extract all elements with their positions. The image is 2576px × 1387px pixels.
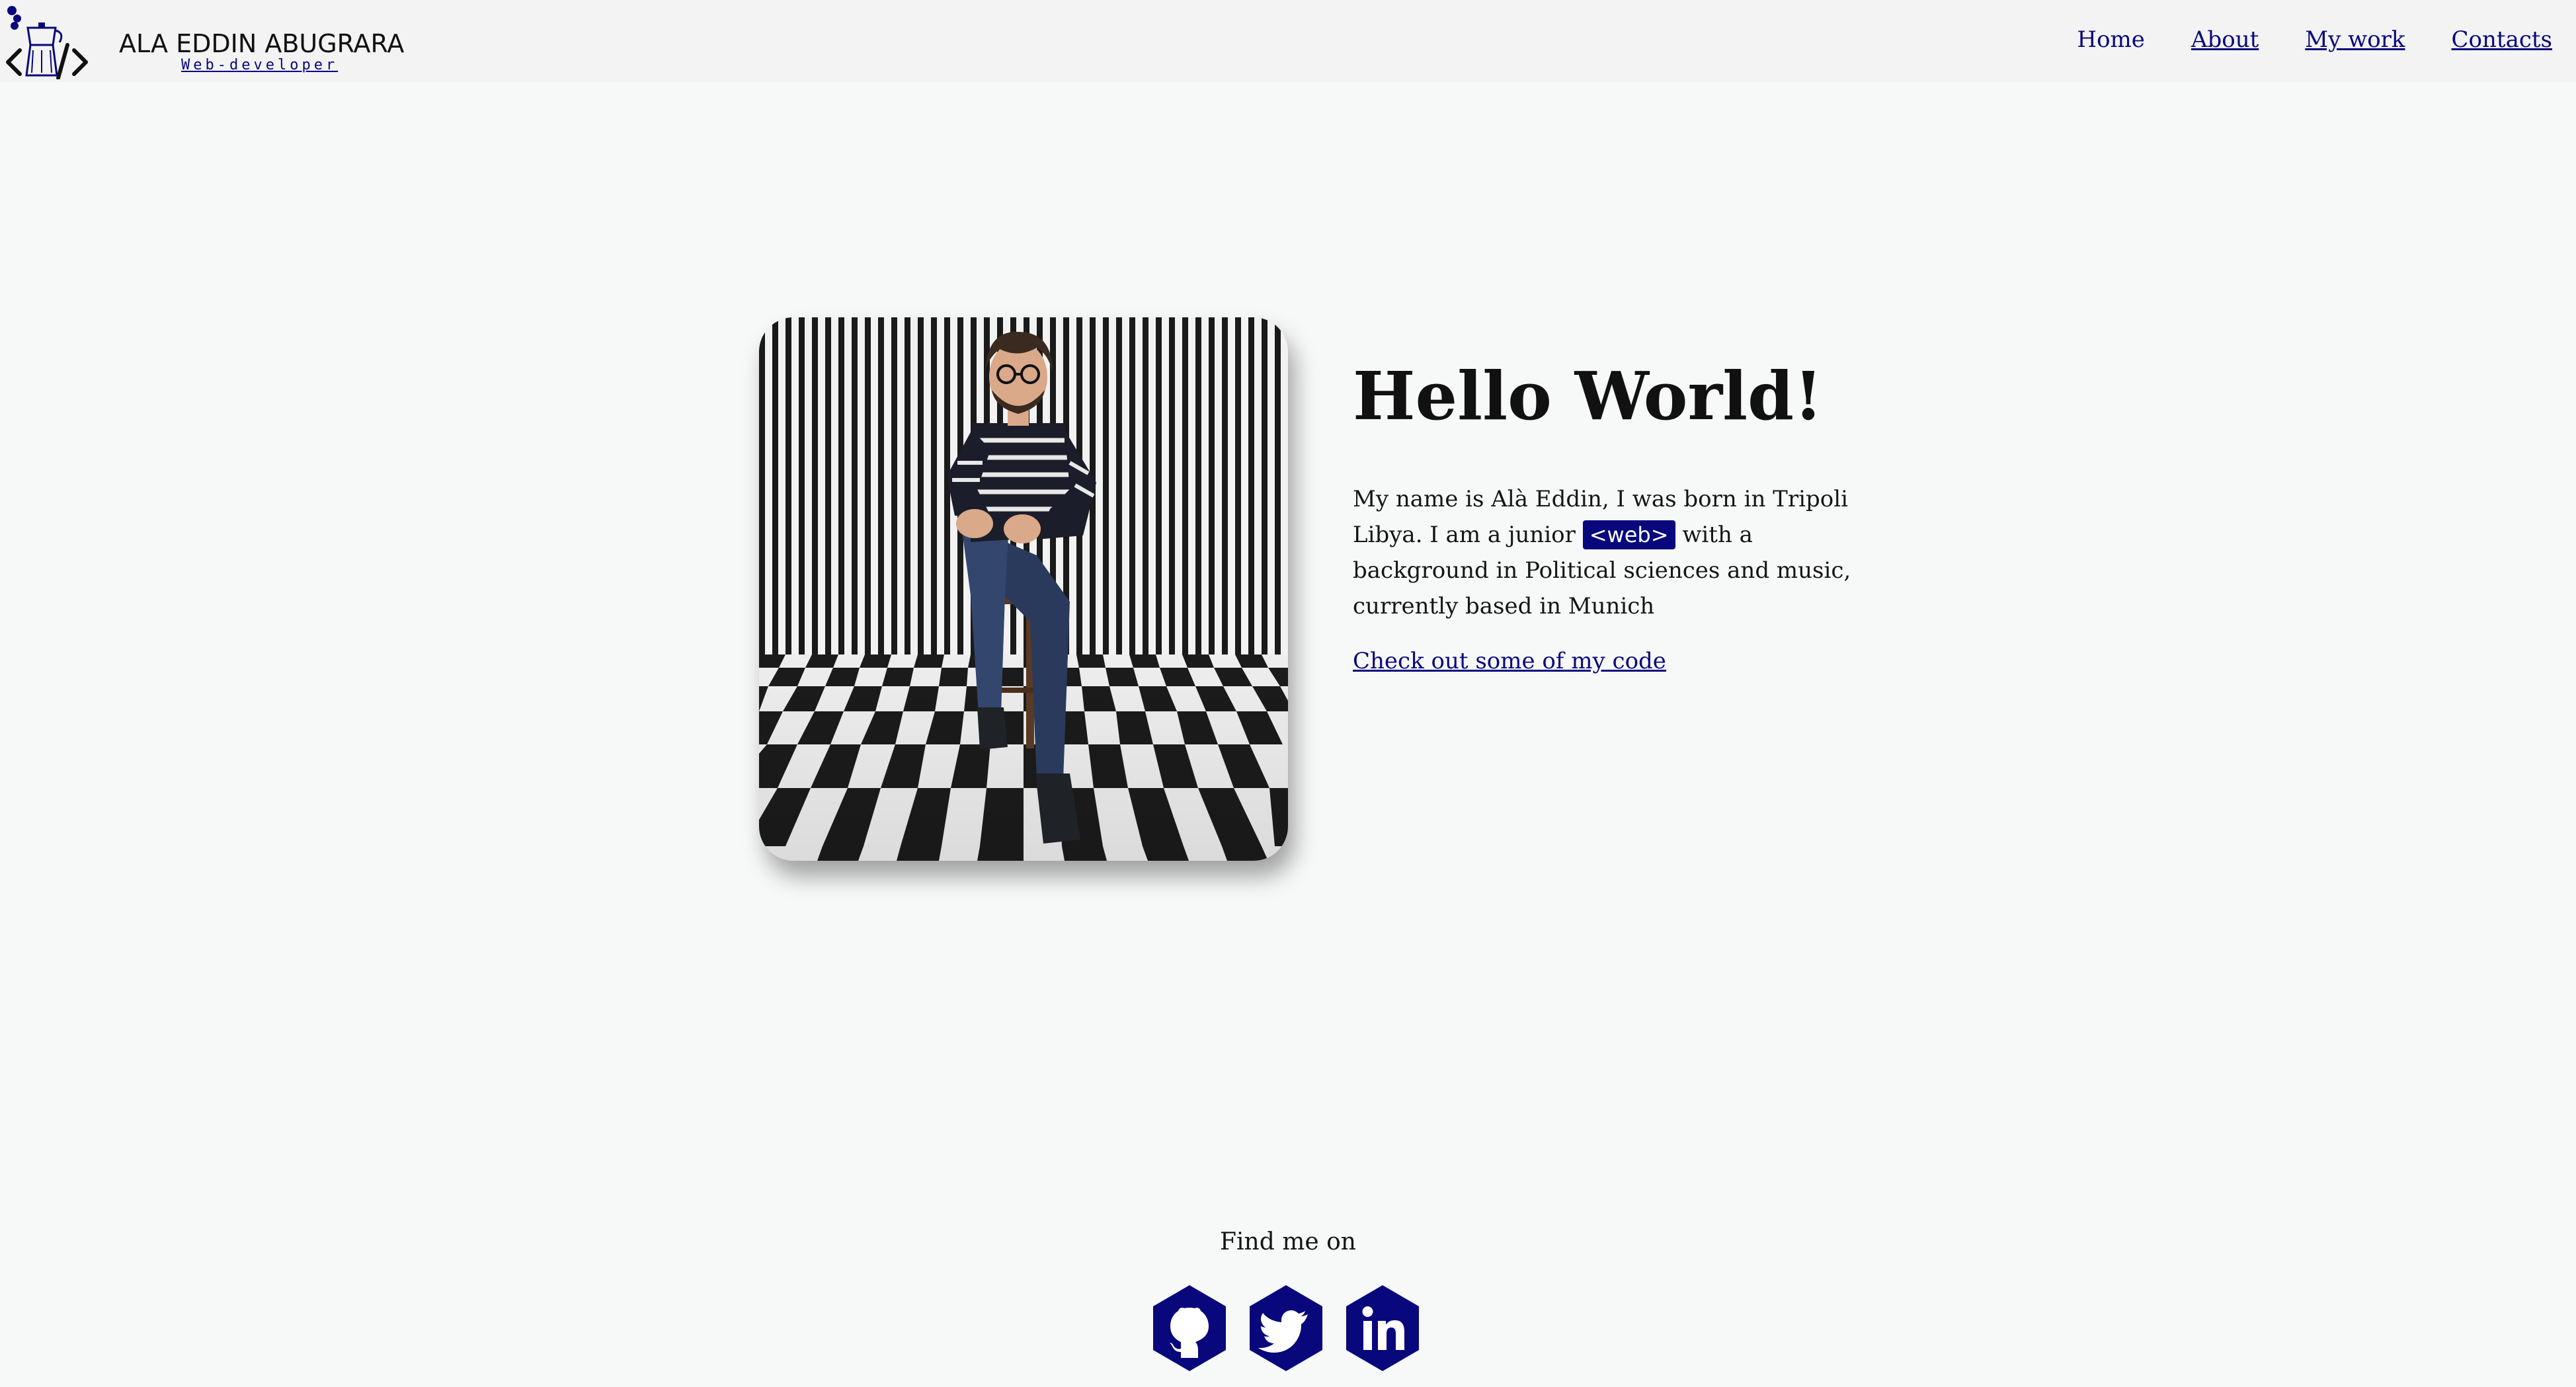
github-icon[interactable] (1150, 1284, 1228, 1372)
site-header: ALA EDDIN ABUGRARA Web-developer Home Ab… (0, 0, 2576, 82)
main-nav: Home About My work Contacts (2077, 26, 2552, 53)
linkedin-icon[interactable] (1344, 1284, 1422, 1372)
profile-photo (759, 317, 1288, 861)
find-me-label: Find me on (1220, 1228, 1356, 1255)
hero-title: Hello World! (1353, 357, 1823, 435)
nav-about-link[interactable]: About (2191, 26, 2259, 53)
social-links (1150, 1284, 1422, 1372)
nav-home-link[interactable]: Home (2077, 26, 2144, 53)
nav-my-work-link[interactable]: My work (2305, 26, 2405, 53)
brand-subtitle[interactable]: Web-developer (181, 57, 338, 73)
brand-name: ALA EDDIN ABUGRARA (119, 29, 405, 58)
web-badge: <web> (1582, 520, 1675, 549)
hero-section: Hello World! My name is Alà Eddin, I was… (1353, 357, 1895, 674)
intro-paragraph: My name is Alà Eddin, I was born in Trip… (1353, 481, 1895, 624)
twitter-icon[interactable] (1247, 1284, 1325, 1372)
nav-contacts-link[interactable]: Contacts (2452, 26, 2552, 53)
code-link[interactable]: Check out some of my code (1353, 648, 1666, 674)
coffee-pot-code-logo-icon[interactable] (3, 4, 91, 79)
